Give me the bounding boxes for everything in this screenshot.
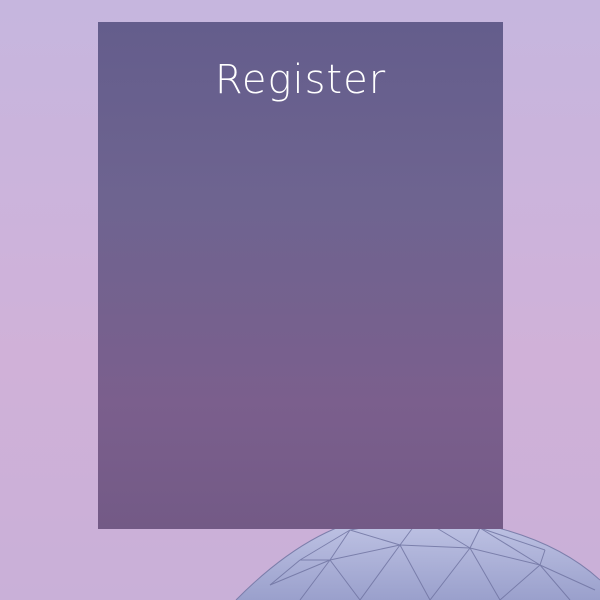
register-panel: Register — [98, 22, 503, 529]
register-title: Register — [214, 57, 387, 103]
